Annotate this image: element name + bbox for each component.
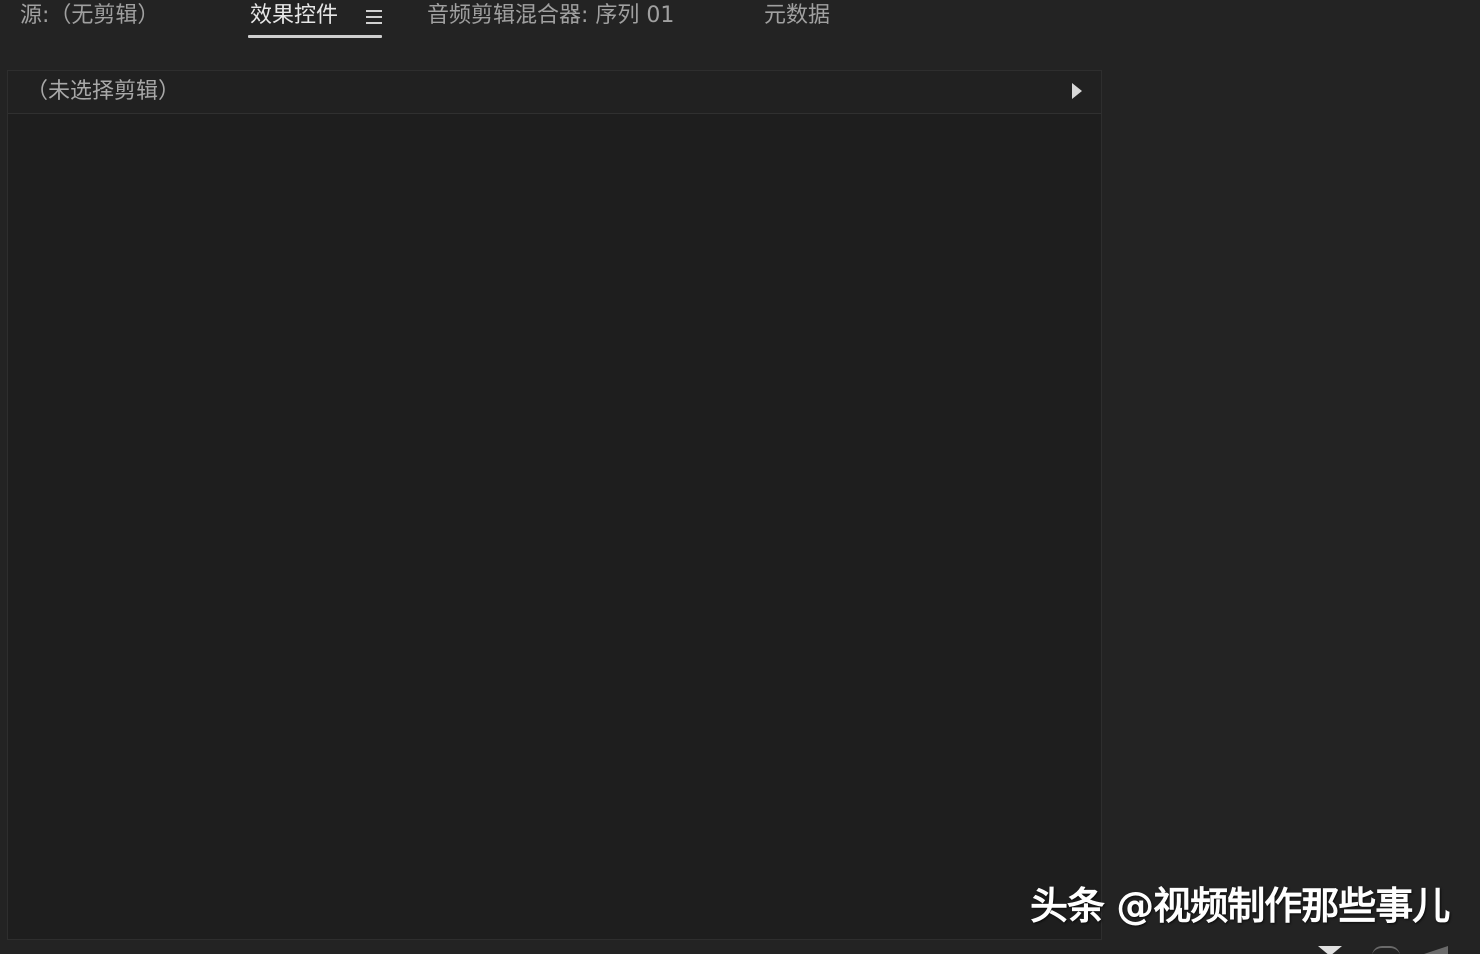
- tab-effect-controls-label: 效果控件: [250, 3, 339, 28]
- tab-source-label: 源:（无剪辑）: [20, 3, 160, 28]
- tab-metadata-label: 元数据: [764, 3, 831, 28]
- play-audio-icon[interactable]: [1424, 946, 1454, 954]
- tab-audio-clip-mixer-label: 音频剪辑混合器: 序列 01: [427, 3, 675, 28]
- tab-effect-controls[interactable]: 效果控件: [248, 0, 382, 40]
- effect-controls-panel: （未选择剪辑）: [7, 70, 1102, 940]
- premiere-panel-window: 源:（无剪辑） 效果控件 音频剪辑混合器: 序列 01 元数据 （未选择剪辑） …: [0, 0, 1480, 954]
- no-clip-selected-label: （未选择剪辑）: [26, 79, 181, 104]
- triangle-right-icon[interactable]: [1072, 83, 1082, 99]
- panel-tab-bar: 源:（无剪辑） 效果控件 音频剪辑混合器: 序列 01 元数据: [0, 0, 1480, 44]
- clip-header: （未选择剪辑）: [8, 71, 1101, 114]
- tab-audio-clip-mixer[interactable]: 音频剪辑混合器: 序列 01: [427, 0, 674, 40]
- play-in-to-out-icon[interactable]: [1372, 946, 1402, 954]
- watermark: 头条 @视频制作那些事儿: [1030, 884, 1450, 928]
- effect-controls-body: [8, 114, 1101, 939]
- tab-source[interactable]: 源:（无剪辑）: [20, 0, 159, 40]
- hamburger-menu-icon[interactable]: [366, 10, 382, 24]
- tab-metadata[interactable]: 元数据: [764, 0, 830, 40]
- funnel-icon[interactable]: [1318, 946, 1342, 954]
